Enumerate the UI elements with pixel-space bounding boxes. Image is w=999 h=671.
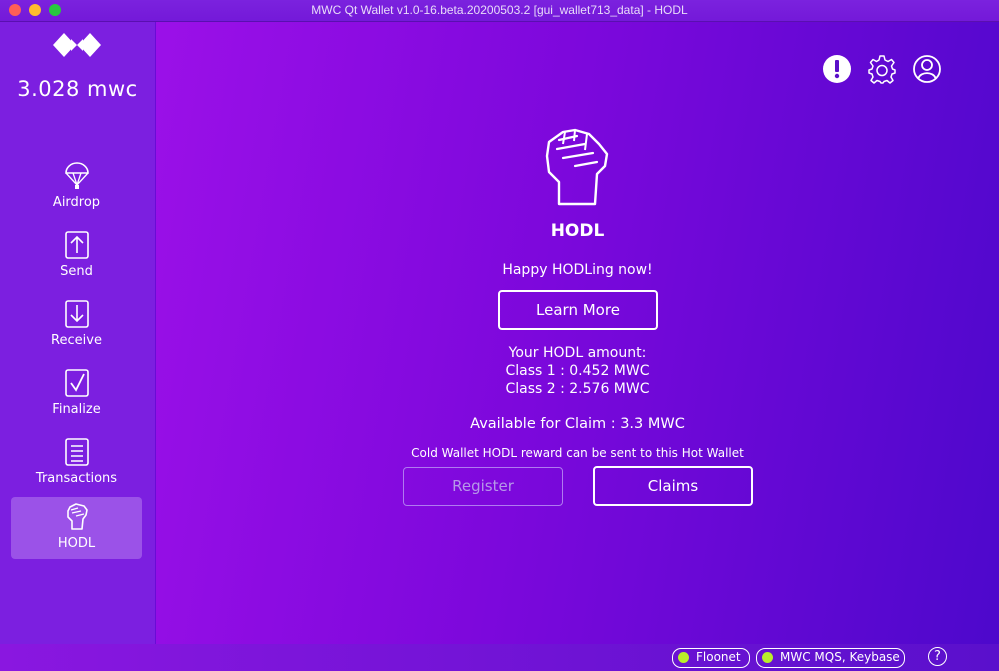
sidebar-item-label: Receive xyxy=(51,333,102,348)
wallet-balance: 3.028 mwc xyxy=(17,77,138,101)
available-for-claim: Available for Claim : 3.3 MWC xyxy=(470,416,685,432)
hodl-amount-header: Your HODL amount: xyxy=(508,345,647,361)
network-status-badge[interactable]: Floonet xyxy=(672,648,750,668)
sidebar-item-hodl[interactable]: HODL xyxy=(11,497,142,559)
title-bar: MWC Qt Wallet v1.0-16.beta.20200503.2 [g… xyxy=(0,0,999,22)
sidebar-item-airdrop[interactable]: Airdrop xyxy=(11,156,142,218)
hodl-tagline: Happy HODLing now! xyxy=(502,262,653,278)
checkmark-icon xyxy=(65,369,89,397)
sidebar-item-send[interactable]: Send xyxy=(11,225,142,287)
send-arrow-up-icon xyxy=(65,231,89,259)
network-name: Floonet xyxy=(696,650,741,664)
receive-arrow-down-icon xyxy=(65,300,89,328)
hodl-amount-section: Your HODL amount: Class 1 : 0.452 MWC Cl… xyxy=(156,344,999,398)
account-icon[interactable] xyxy=(912,54,942,84)
learn-more-button[interactable]: Learn More xyxy=(498,290,658,330)
hodl-class2-amount: Class 2 : 2.576 MWC xyxy=(505,381,650,397)
hodl-panel: HODL Happy HODLing now! Learn More Your … xyxy=(156,22,999,644)
sidebar-item-transactions[interactable]: Transactions xyxy=(11,432,142,494)
status-bar: Floonet MWC MQS, Keybase ? xyxy=(0,644,999,671)
parachute-icon xyxy=(65,162,89,189)
cold-wallet-note: Cold Wallet HODL reward can be sent to t… xyxy=(411,446,744,460)
listener-status-badge[interactable]: MWC MQS, Keybase xyxy=(756,648,905,668)
help-icon[interactable]: ? xyxy=(928,647,947,666)
sidebar-item-receive[interactable]: Receive xyxy=(11,294,142,356)
online-indicator-icon xyxy=(678,652,689,663)
sidebar-item-finalize[interactable]: Finalize xyxy=(11,363,142,425)
register-button[interactable]: Register xyxy=(403,467,563,506)
mwc-logo-icon xyxy=(53,33,101,57)
claims-button[interactable]: Claims xyxy=(593,466,753,506)
page-title: HODL xyxy=(550,221,605,241)
notification-alert-icon[interactable] xyxy=(822,54,852,84)
hodl-fist-icon xyxy=(545,128,609,206)
window-title: MWC Qt Wallet v1.0-16.beta.20200503.2 [g… xyxy=(311,3,688,17)
sidebar-item-label: Airdrop xyxy=(52,195,101,210)
online-indicator-icon xyxy=(762,652,773,663)
fist-icon xyxy=(67,503,88,530)
settings-gear-icon[interactable] xyxy=(867,54,897,84)
document-icon xyxy=(65,438,89,466)
sidebar-item-label: HODL xyxy=(57,536,96,551)
sidebar-item-label: Finalize xyxy=(52,402,101,417)
listener-names: MWC MQS, Keybase xyxy=(780,650,900,664)
sidebar-item-label: Transactions xyxy=(35,471,118,486)
hodl-class1-amount: Class 1 : 0.452 MWC xyxy=(505,363,650,379)
sidebar-item-label: Send xyxy=(60,264,93,279)
sidebar: 3.028 mwc Airdrop Send Receive Finalize xyxy=(0,22,155,644)
